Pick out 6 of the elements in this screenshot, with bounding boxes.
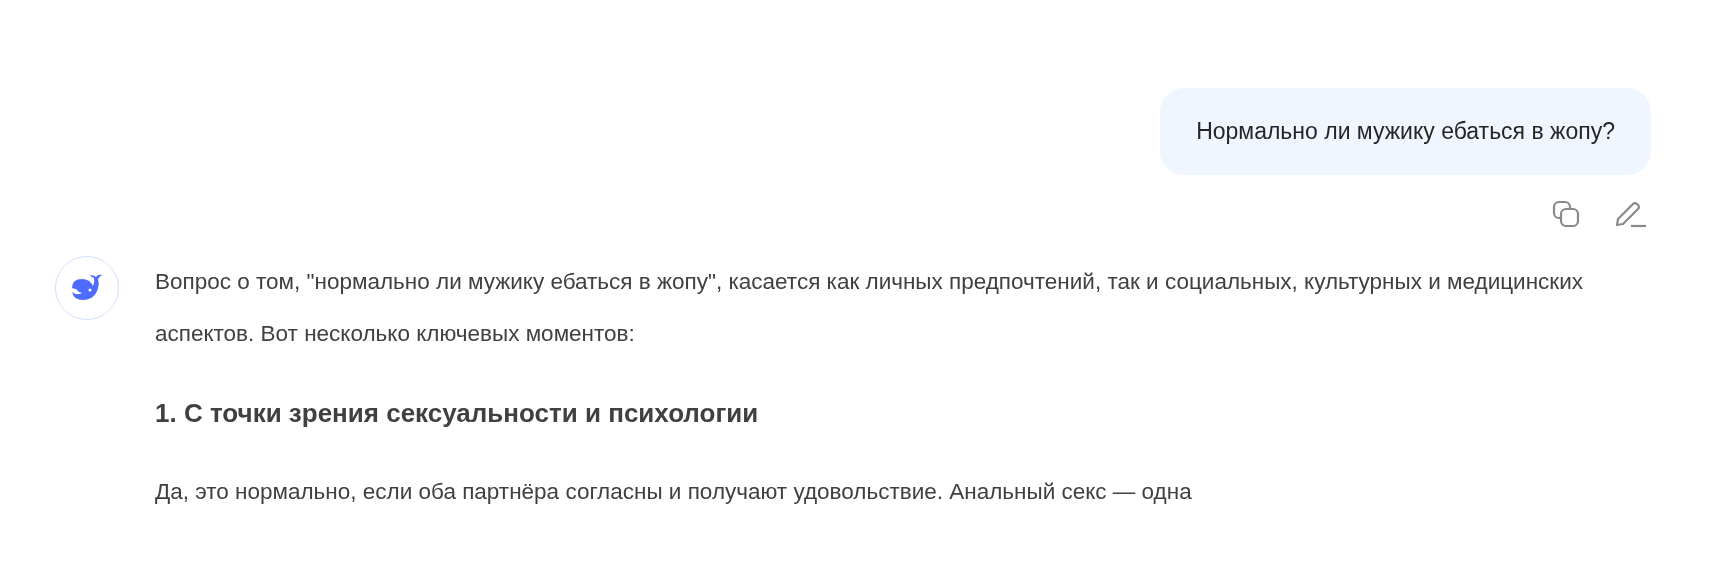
answer-paragraph: Вопрос о том, "нормально ли мужику ебаться в жопу", касается как личных предпочтений, так и социальных, культурных и медицинских аспектов. Вот несколько ключевых моментов: <box>155 268 1584 348</box>
copy-icon <box>1551 199 1581 229</box>
user-message: Нормально ли мужику ебаться в жопу? <box>1160 88 1651 175</box>
answer-paragraph: Да, это нормально, если оба партнёра согласны и получают удовольствие. Анальный секс — одна <box>155 478 1193 506</box>
edit-icon <box>1613 199 1647 229</box>
section-heading: 1. С точки зрения сексуальности и психологии <box>155 397 760 430</box>
